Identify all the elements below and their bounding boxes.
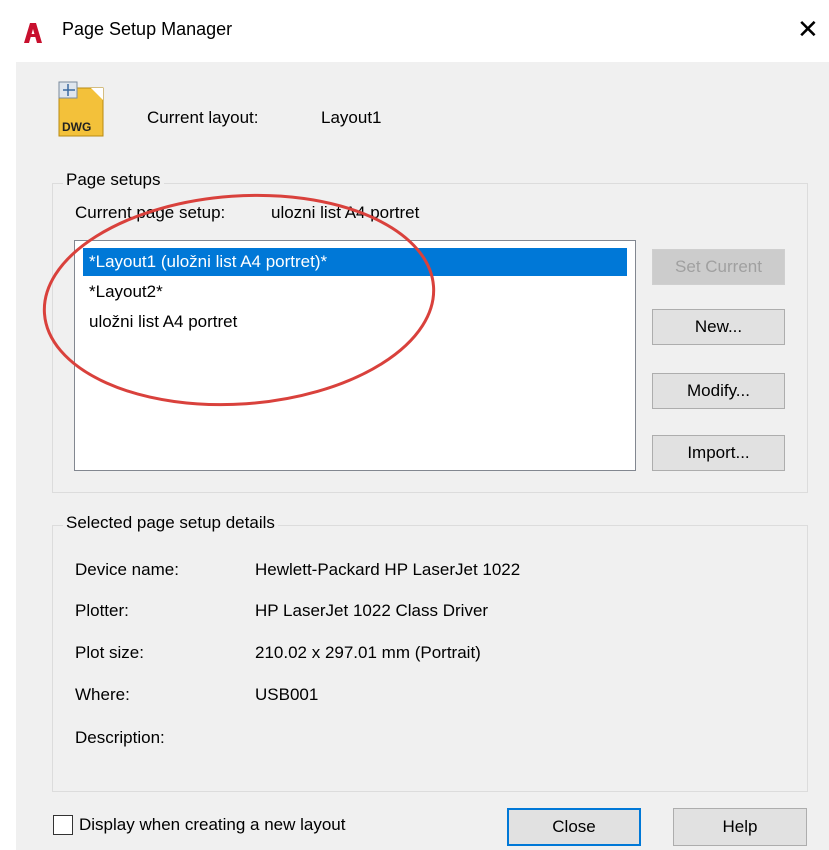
page-setups-list[interactable]: *Layout1 (uložni list A4 portret)* *Layo…: [74, 240, 636, 471]
where-value: USB001: [255, 685, 319, 704]
details-group-label: Selected page setup details: [63, 513, 278, 533]
plotter-value: HP LaserJet 1022 Class Driver: [255, 601, 489, 620]
display-when-creating-label[interactable]: Display when creating a new layout: [79, 815, 345, 835]
modify-button[interactable]: Modify...: [652, 373, 785, 409]
current-page-setup-label: Current page setup:: [75, 203, 226, 222]
dwg-icon-text: DWG: [62, 120, 91, 134]
set-current-button[interactable]: Set Current: [652, 249, 785, 285]
list-item-layout1[interactable]: *Layout1 (uložni list A4 portret)*: [83, 248, 627, 276]
import-button[interactable]: Import...: [652, 435, 785, 471]
page-setups-group-label: Page setups: [63, 170, 164, 190]
title-bar: Page Setup Manager ✕: [0, 0, 829, 62]
display-when-creating-checkbox[interactable]: [53, 815, 73, 835]
new-button[interactable]: New...: [652, 309, 785, 345]
list-item-ulozni-list[interactable]: uložni list A4 portret: [83, 308, 237, 336]
close-window-button[interactable]: ✕: [797, 14, 819, 45]
window-title: Page Setup Manager: [62, 19, 233, 39]
current-layout-value: Layout1: [321, 108, 382, 127]
list-item-layout2[interactable]: *Layout2*: [83, 278, 163, 306]
plotter-label: Plotter:: [75, 601, 129, 620]
close-button[interactable]: Close: [507, 808, 641, 846]
current-layout-label: Current layout:: [147, 108, 259, 127]
current-page-setup-value: ulozni list A4 portret: [271, 203, 420, 222]
where-label: Where:: [75, 685, 130, 704]
autocad-a-icon: [24, 23, 42, 43]
plot-size-value: 210.02 x 297.01 mm (Portrait): [255, 643, 481, 662]
plot-size-label: Plot size:: [75, 643, 144, 662]
device-name-label: Device name:: [75, 560, 179, 579]
help-button[interactable]: Help: [673, 808, 807, 846]
description-label: Description:: [75, 728, 165, 747]
dwg-file-icon: DWG: [58, 81, 104, 137]
device-name-value: Hewlett-Packard HP LaserJet 1022: [255, 560, 521, 579]
